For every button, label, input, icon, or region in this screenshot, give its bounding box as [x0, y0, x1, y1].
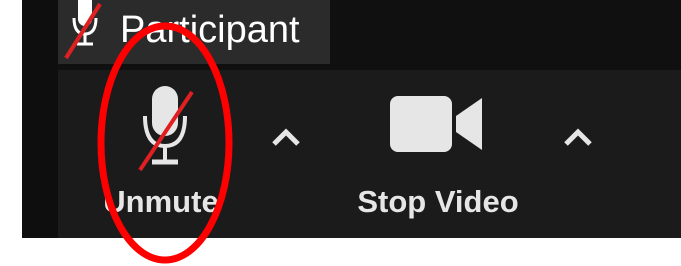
red-circle-annotation — [97, 22, 233, 264]
video-options-chevron-up-icon[interactable] — [558, 122, 598, 152]
audio-options-chevron-up-icon[interactable] — [266, 122, 306, 152]
stop-video-label: Stop Video — [357, 184, 519, 219]
window-edge — [22, 0, 58, 238]
stop-video-button[interactable]: Stop Video — [338, 70, 538, 238]
video-camera-icon — [390, 96, 482, 152]
